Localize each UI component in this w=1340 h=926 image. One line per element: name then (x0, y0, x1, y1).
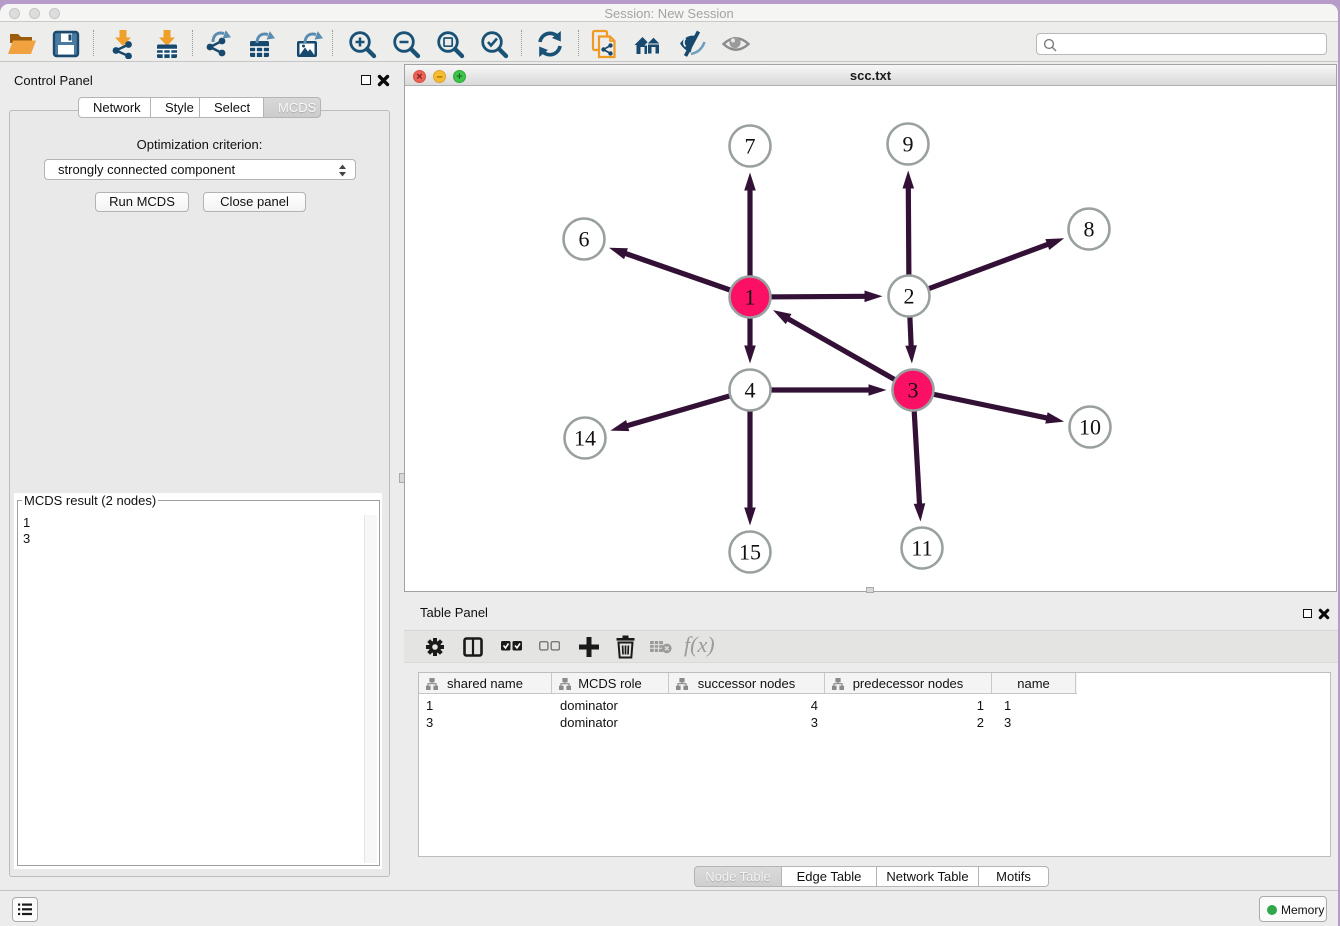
svg-text:6: 6 (579, 227, 590, 252)
svg-text:2: 2 (904, 284, 915, 309)
svg-text:9: 9 (903, 132, 914, 157)
svg-text:7: 7 (745, 134, 756, 159)
svg-text:10: 10 (1079, 415, 1101, 440)
svg-text:3: 3 (908, 378, 919, 403)
svg-text:11: 11 (911, 536, 932, 561)
svg-text:15: 15 (739, 540, 761, 565)
svg-text:4: 4 (745, 378, 756, 403)
svg-text:1: 1 (745, 285, 756, 310)
svg-text:14: 14 (574, 426, 596, 451)
svg-text:8: 8 (1084, 217, 1095, 242)
